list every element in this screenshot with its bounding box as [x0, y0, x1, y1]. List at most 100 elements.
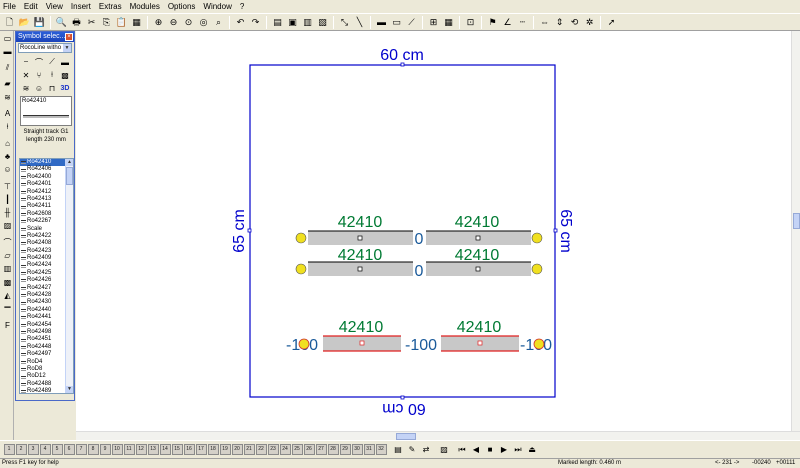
nav-stop-icon[interactable]: ■ [484, 444, 496, 456]
person-icon[interactable]: ☺ [2, 165, 13, 175]
platform-icon[interactable]: ▱ [2, 251, 13, 261]
layer-button-18[interactable]: 18 [207, 444, 219, 455]
layer-button-25[interactable]: 25 [291, 444, 303, 455]
board-handle-right[interactable] [553, 228, 558, 233]
buffer-stop-icon[interactable] [531, 263, 543, 275]
layer-button-4[interactable]: 4 [39, 444, 51, 455]
help-arrow-icon[interactable]: ➚ [605, 16, 618, 29]
menu-options[interactable]: Options [164, 0, 200, 13]
layer-button-20[interactable]: 20 [231, 444, 243, 455]
wall-icon[interactable]: ▥ [2, 264, 13, 274]
open-icon[interactable]: 📂 [18, 16, 31, 29]
menu-insert[interactable]: Insert [67, 0, 95, 13]
select-icon[interactable]: ⤡ [338, 16, 351, 29]
signal-figure-icon[interactable]: ⍿ [46, 69, 58, 81]
pole-icon[interactable]: ┃ [2, 194, 13, 204]
buffer-stop-icon[interactable] [298, 338, 310, 350]
drawing-canvas[interactable]: 60 cm 65 cm 60 cm 65 cm 42410 42410 0 42… [76, 31, 791, 431]
flag-icon[interactable]: ⚑ [486, 16, 499, 29]
red-stack-icon[interactable]: ▭ [390, 16, 403, 29]
menu-window[interactable]: Window [199, 0, 235, 13]
road-icon[interactable]: ▰ [2, 79, 13, 89]
3d-icon[interactable]: 3D [59, 82, 71, 94]
rail-bundle-icon[interactable]: ≋ [20, 82, 32, 94]
buffer-stop-icon[interactable] [295, 263, 307, 275]
zoom-page-icon[interactable]: ⌕ [212, 16, 225, 29]
board-handle-left[interactable] [247, 228, 252, 233]
switch-left-icon[interactable]: ⟋ [46, 56, 58, 68]
track-plan-drawing[interactable]: 60 cm 65 cm 60 cm 65 cm 42410 42410 0 42… [76, 31, 791, 431]
layer-button-29[interactable]: 29 [339, 444, 351, 455]
layer-button-21[interactable]: 21 [243, 444, 255, 455]
track-row-1[interactable]: 42410 42410 0 [295, 214, 543, 248]
save-icon[interactable]: 💾 [33, 16, 46, 29]
layer-button-8[interactable]: 8 [87, 444, 99, 455]
buffer-stop-icon[interactable] [531, 232, 543, 244]
curve-icon[interactable]: ⌒ [2, 237, 13, 247]
track-handle[interactable] [475, 235, 481, 241]
cut-icon[interactable]: ✂ [85, 16, 98, 29]
ruler-icon[interactable]: ⫽ [2, 63, 13, 73]
cube-icon[interactable]: ▧ [316, 16, 329, 29]
red-connect-icon[interactable]: ⊡ [464, 16, 477, 29]
new-file-icon[interactable]: 🗋 [3, 16, 16, 29]
crossing-icon[interactable]: ✕ [20, 69, 32, 81]
dashed-line-icon[interactable]: ┄ [516, 16, 529, 29]
menu-view[interactable]: View [42, 0, 67, 13]
grid-icon[interactable]: ▤ [271, 16, 284, 29]
layer-button-10[interactable]: 10 [111, 444, 123, 455]
track-handle[interactable] [475, 266, 481, 272]
text-a-icon[interactable]: A [2, 109, 13, 119]
crane-icon[interactable]: ⊤ [2, 181, 13, 191]
car-icon[interactable]: ▭ [2, 33, 13, 43]
menu-file[interactable]: File [0, 0, 20, 13]
track-handle[interactable] [477, 340, 483, 346]
nav-last-icon[interactable]: ⏭ [512, 444, 524, 456]
hill-icon[interactable]: ◭ [2, 290, 13, 300]
layer-button-12[interactable]: 12 [135, 444, 147, 455]
layer-button-11[interactable]: 11 [123, 444, 135, 455]
turnout-icon[interactable]: ⑂ [33, 69, 45, 81]
symbol-panel-title[interactable]: Symbol selec... × [16, 32, 74, 42]
layer-button-24[interactable]: 24 [279, 444, 291, 455]
layer-button-19[interactable]: 19 [219, 444, 231, 455]
settings-icon[interactable]: ✲ [583, 16, 596, 29]
nav-next-icon[interactable]: ▶ [498, 444, 510, 456]
rotate-icon[interactable]: ⟲ [568, 16, 581, 29]
font-f-icon[interactable]: F [2, 320, 13, 330]
menu-extras[interactable]: Extras [95, 0, 126, 13]
layers-icon[interactable]: ▥ [301, 16, 314, 29]
paste-icon[interactable]: 📋 [115, 16, 128, 29]
layer-button-27[interactable]: 27 [315, 444, 327, 455]
toggle-icon[interactable]: ⇄ [420, 444, 432, 456]
chart-icon[interactable]: ▨ [2, 221, 13, 231]
train-icon[interactable]: ▬ [2, 46, 13, 56]
print-icon[interactable]: 🖶 [70, 16, 83, 29]
redo-icon[interactable]: ↷ [249, 16, 262, 29]
layer-button-13[interactable]: 13 [147, 444, 159, 455]
menu-help[interactable]: ? [236, 0, 248, 13]
library-select[interactable]: RocoLine witho ▼ [18, 43, 72, 53]
chevron-down-icon[interactable]: ▼ [63, 44, 71, 52]
tree-icon[interactable]: ♣ [2, 151, 13, 161]
layer-button-22[interactable]: 22 [255, 444, 267, 455]
menu-modules[interactable]: Modules [126, 0, 164, 13]
bridge-icon[interactable]: ⊓ [46, 82, 58, 94]
delete-icon[interactable]: ▣ [286, 16, 299, 29]
angle-icon[interactable]: ∠ [501, 16, 514, 29]
building-icon[interactable]: ▩ [2, 277, 13, 287]
nav-prev-icon[interactable]: ◀ [470, 444, 482, 456]
scroll-thumb[interactable] [793, 213, 800, 229]
track-row-2[interactable]: 42410 42410 0 [295, 247, 543, 280]
hatch-icon[interactable]: ▨ [438, 444, 450, 456]
close-icon[interactable]: × [65, 33, 73, 41]
layer-button-3[interactable]: 3 [27, 444, 39, 455]
layer-button-6[interactable]: 6 [63, 444, 75, 455]
layer-button-5[interactable]: 5 [51, 444, 63, 455]
copy-icon[interactable]: ⎘ [100, 16, 113, 29]
board-handle-bottom[interactable] [400, 395, 405, 400]
worker-icon[interactable]: ☺ [33, 82, 45, 94]
track-plan-icon[interactable]: ▦ [442, 16, 455, 29]
layer-button-30[interactable]: 30 [351, 444, 363, 455]
straight-track-icon[interactable]: ⎯ [20, 56, 32, 68]
